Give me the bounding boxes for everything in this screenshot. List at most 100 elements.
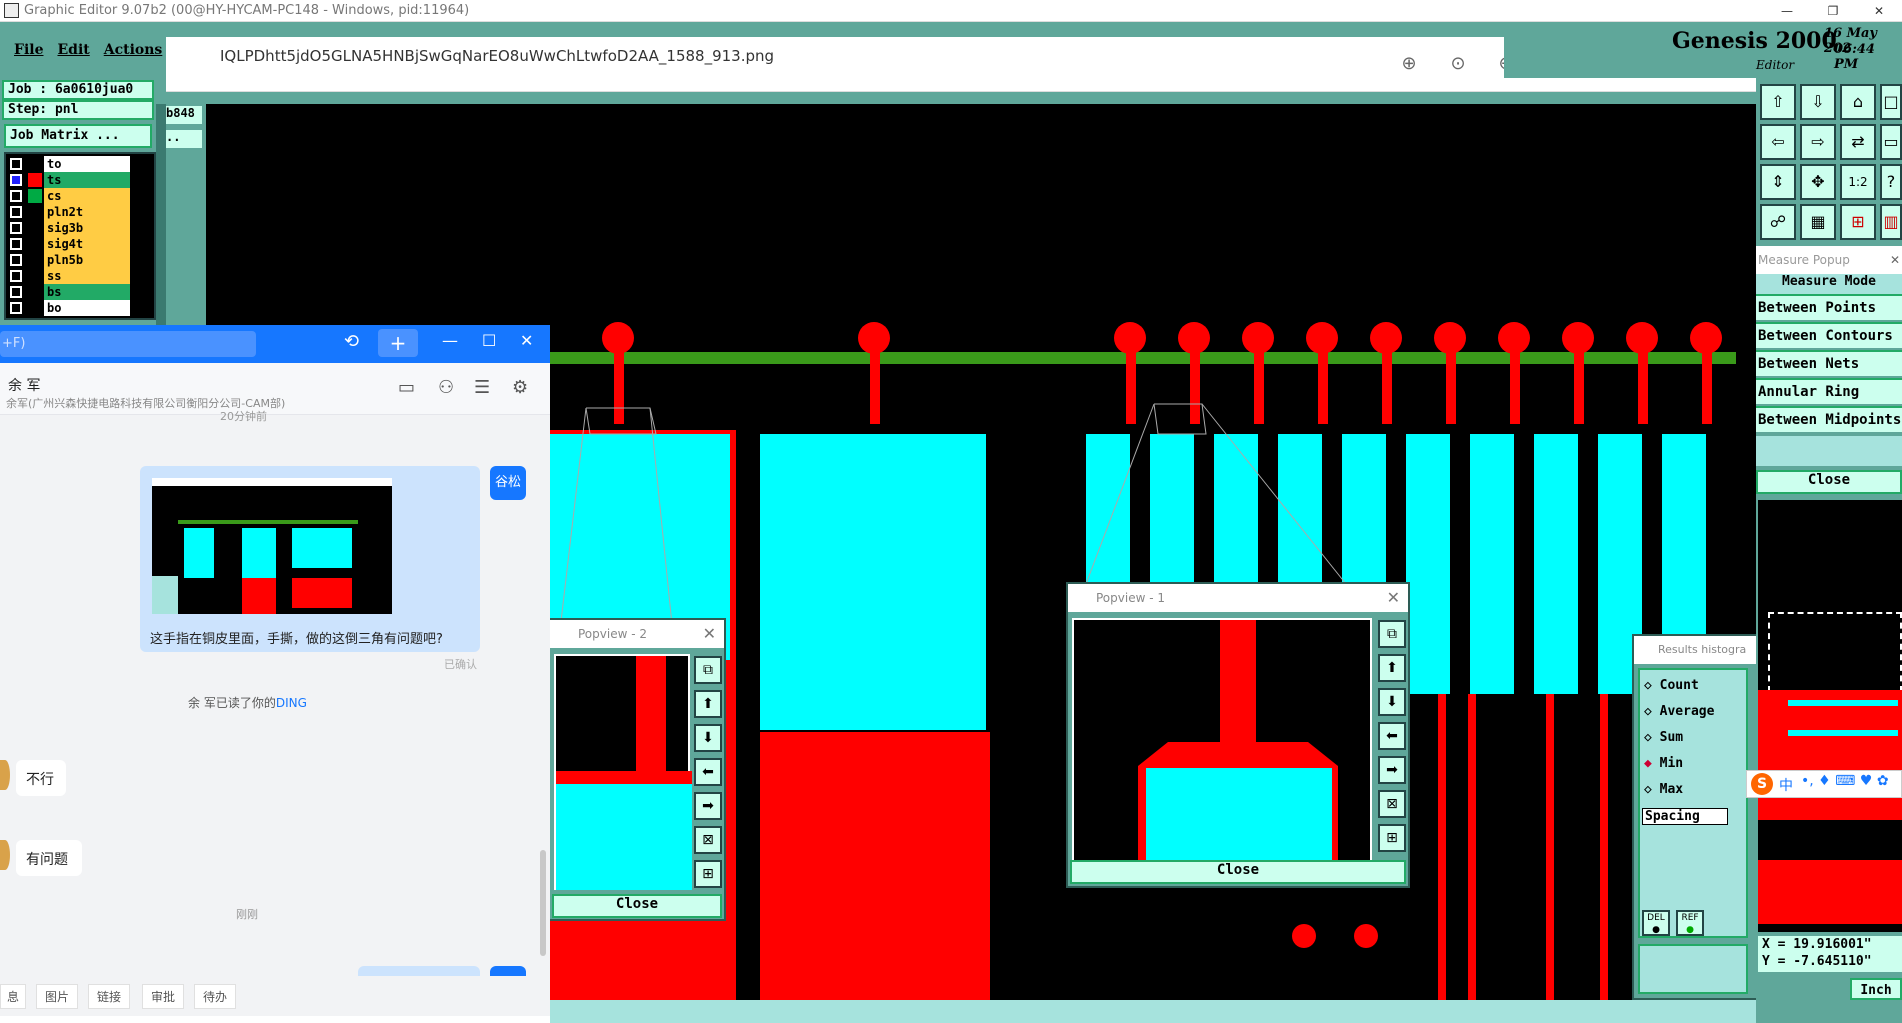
contact-avatar[interactable] xyxy=(0,760,10,790)
popview-1-canvas[interactable] xyxy=(1072,618,1372,862)
layer-row[interactable]: sig4t xyxy=(6,236,154,252)
popview-2-canvas[interactable] xyxy=(554,654,692,890)
spacing-field[interactable]: Spacing xyxy=(1642,808,1728,825)
left-icon[interactable]: ⬅ xyxy=(1378,722,1406,750)
tab-images[interactable]: 图片 xyxy=(36,984,79,1009)
chat-minimize-icon[interactable]: — xyxy=(442,331,458,350)
popview-2-close-icon[interactable]: ✕ xyxy=(703,620,716,648)
folder-icon[interactable]: ▭ xyxy=(398,377,415,398)
my-message-bubble[interactable] xyxy=(358,966,480,976)
layer-row[interactable]: ts xyxy=(6,172,154,188)
chat-maximize-icon[interactable]: ☐ xyxy=(482,331,496,350)
right-icon[interactable]: ➡ xyxy=(694,792,722,820)
tool-right-icon[interactable]: ⇨ xyxy=(1800,124,1836,160)
zoom-in-icon[interactable]: ⊕ xyxy=(1397,52,1421,76)
tab-links[interactable]: 链接 xyxy=(88,984,131,1009)
chat-scrollbar[interactable] xyxy=(540,850,546,956)
tool-down-icon[interactable]: ⇩ xyxy=(1800,84,1836,120)
layer-row[interactable]: sig3b xyxy=(6,220,154,236)
layer-checkbox[interactable] xyxy=(10,254,22,266)
add-user-icon[interactable]: ⚇ xyxy=(438,377,454,398)
restore-button[interactable]: ❐ xyxy=(1810,0,1856,22)
del-button[interactable]: DEL ● xyxy=(1642,910,1670,936)
tab-approvals[interactable]: 审批 xyxy=(142,984,185,1009)
layer-scroll[interactable] xyxy=(156,104,166,325)
layer-checkbox[interactable] xyxy=(10,222,22,234)
layer-checkbox[interactable] xyxy=(10,158,22,170)
layer-row[interactable]: ss xyxy=(6,268,154,284)
measure-between-nets[interactable]: Between Nets xyxy=(1756,350,1902,376)
measure-between-points[interactable]: Between Points xyxy=(1756,294,1902,320)
up-icon[interactable]: ⬆ xyxy=(694,690,722,718)
my-avatar[interactable]: 谷松 xyxy=(490,466,526,500)
layer-row[interactable]: pln2t xyxy=(6,204,154,220)
popview-1-close-icon[interactable]: ✕ xyxy=(1387,584,1400,612)
ref-button[interactable]: REF ● xyxy=(1676,910,1704,936)
menu-actions[interactable]: Actions xyxy=(104,42,163,58)
my-avatar[interactable] xyxy=(490,966,526,976)
aux-dots[interactable]: .. xyxy=(166,130,202,148)
search-history-icon[interactable]: ☰ xyxy=(474,377,490,398)
layer-checkbox[interactable] xyxy=(10,238,22,250)
tool-measure-icon[interactable]: ⊞ xyxy=(1840,204,1876,240)
option-max[interactable]: ◇ Max xyxy=(1644,782,1683,797)
zoom-icon[interactable]: ⊠ xyxy=(694,826,722,854)
tool-grid-icon[interactable]: ▦ xyxy=(1800,204,1836,240)
menu-file[interactable]: File xyxy=(14,42,43,58)
layer-row[interactable]: to xyxy=(6,156,154,172)
measure-annular-ring[interactable]: Annular Ring xyxy=(1756,378,1902,404)
option-count[interactable]: ◇ Count xyxy=(1644,678,1699,693)
menu-edit[interactable]: Edit xyxy=(57,42,89,58)
layer-checkbox[interactable] xyxy=(10,270,22,282)
popview-1-close-button[interactable]: Close xyxy=(1070,860,1406,884)
measure-between-contours[interactable]: Between Contours xyxy=(1756,322,1902,348)
fit-icon[interactable]: ⊞ xyxy=(1378,824,1406,852)
option-sum[interactable]: ◇ Sum xyxy=(1644,730,1683,745)
tool-left-icon[interactable]: ⇦ xyxy=(1760,124,1796,160)
contact-name[interactable]: 余 军 xyxy=(8,375,40,395)
chat-search-input[interactable]: +F) xyxy=(0,331,256,357)
job-matrix-button[interactable]: Job Matrix ... xyxy=(4,124,152,148)
layer-checkbox[interactable] xyxy=(10,190,22,202)
option-average[interactable]: ◇ Average xyxy=(1644,704,1714,719)
option-min[interactable]: ◆ Min xyxy=(1644,756,1683,771)
left-icon[interactable]: ⬅ xyxy=(694,758,722,786)
layer-checkbox[interactable] xyxy=(10,286,22,298)
my-message-bubble[interactable]: 这手指在铜皮里面，手撕，做的这倒三角有问题吧? xyxy=(140,466,480,652)
fit-icon[interactable]: ⊞ xyxy=(694,860,722,888)
tool-up-icon[interactable]: ⇧ xyxy=(1760,84,1796,120)
tab-todo[interactable]: 待办 xyxy=(194,984,237,1009)
tool-help-icon[interactable]: ? xyxy=(1880,164,1902,200)
layer-row[interactable]: cs xyxy=(6,188,154,204)
layer-checkbox[interactable] xyxy=(10,302,22,314)
measure-result-canvas[interactable] xyxy=(1758,500,1902,932)
layer-checkbox[interactable] xyxy=(10,174,22,186)
tool-more-icon[interactable]: □ xyxy=(1880,84,1902,120)
right-icon[interactable]: ➡ xyxy=(1378,756,1406,784)
measure-close-icon[interactable]: ✕ xyxy=(1890,246,1900,274)
measure-between-midpoints[interactable]: Between Midpoints xyxy=(1756,406,1902,432)
tool-frame-icon[interactable]: ▭ xyxy=(1880,124,1902,160)
pan-icon[interactable]: ⧉ xyxy=(1378,620,1406,648)
history-icon[interactable]: ⟲ xyxy=(344,331,359,352)
settings-icon[interactable]: ⚙ xyxy=(512,377,528,398)
tool-expand-icon[interactable]: ⇕ xyxy=(1760,164,1796,200)
tool-ratio-icon[interactable]: 1:2 xyxy=(1840,164,1876,200)
reply-bubble[interactable]: 不行 xyxy=(16,760,66,796)
tool-eye-icon[interactable]: ☍ xyxy=(1760,204,1796,240)
layer-row[interactable]: pln5b xyxy=(6,252,154,268)
tab-messages[interactable]: 息 xyxy=(0,984,27,1009)
zoom-icon[interactable]: ⊠ xyxy=(1378,790,1406,818)
layer-checkbox[interactable] xyxy=(10,206,22,218)
tool-home-icon[interactable]: ⌂ xyxy=(1840,84,1876,120)
tool-swap-icon[interactable]: ⇄ xyxy=(1840,124,1876,160)
popview-2-close-button[interactable]: Close xyxy=(552,894,722,918)
tool-fit-icon[interactable]: ✥ xyxy=(1800,164,1836,200)
chat-input-area[interactable] xyxy=(0,1016,550,1023)
up-icon[interactable]: ⬆ xyxy=(1378,654,1406,682)
unit-toggle[interactable]: Inch xyxy=(1850,978,1902,1000)
minimize-button[interactable]: — xyxy=(1764,0,1810,22)
down-icon[interactable]: ⬇ xyxy=(694,724,722,752)
layer-row[interactable]: bs xyxy=(6,284,154,300)
message-thumbnail[interactable] xyxy=(152,478,392,614)
